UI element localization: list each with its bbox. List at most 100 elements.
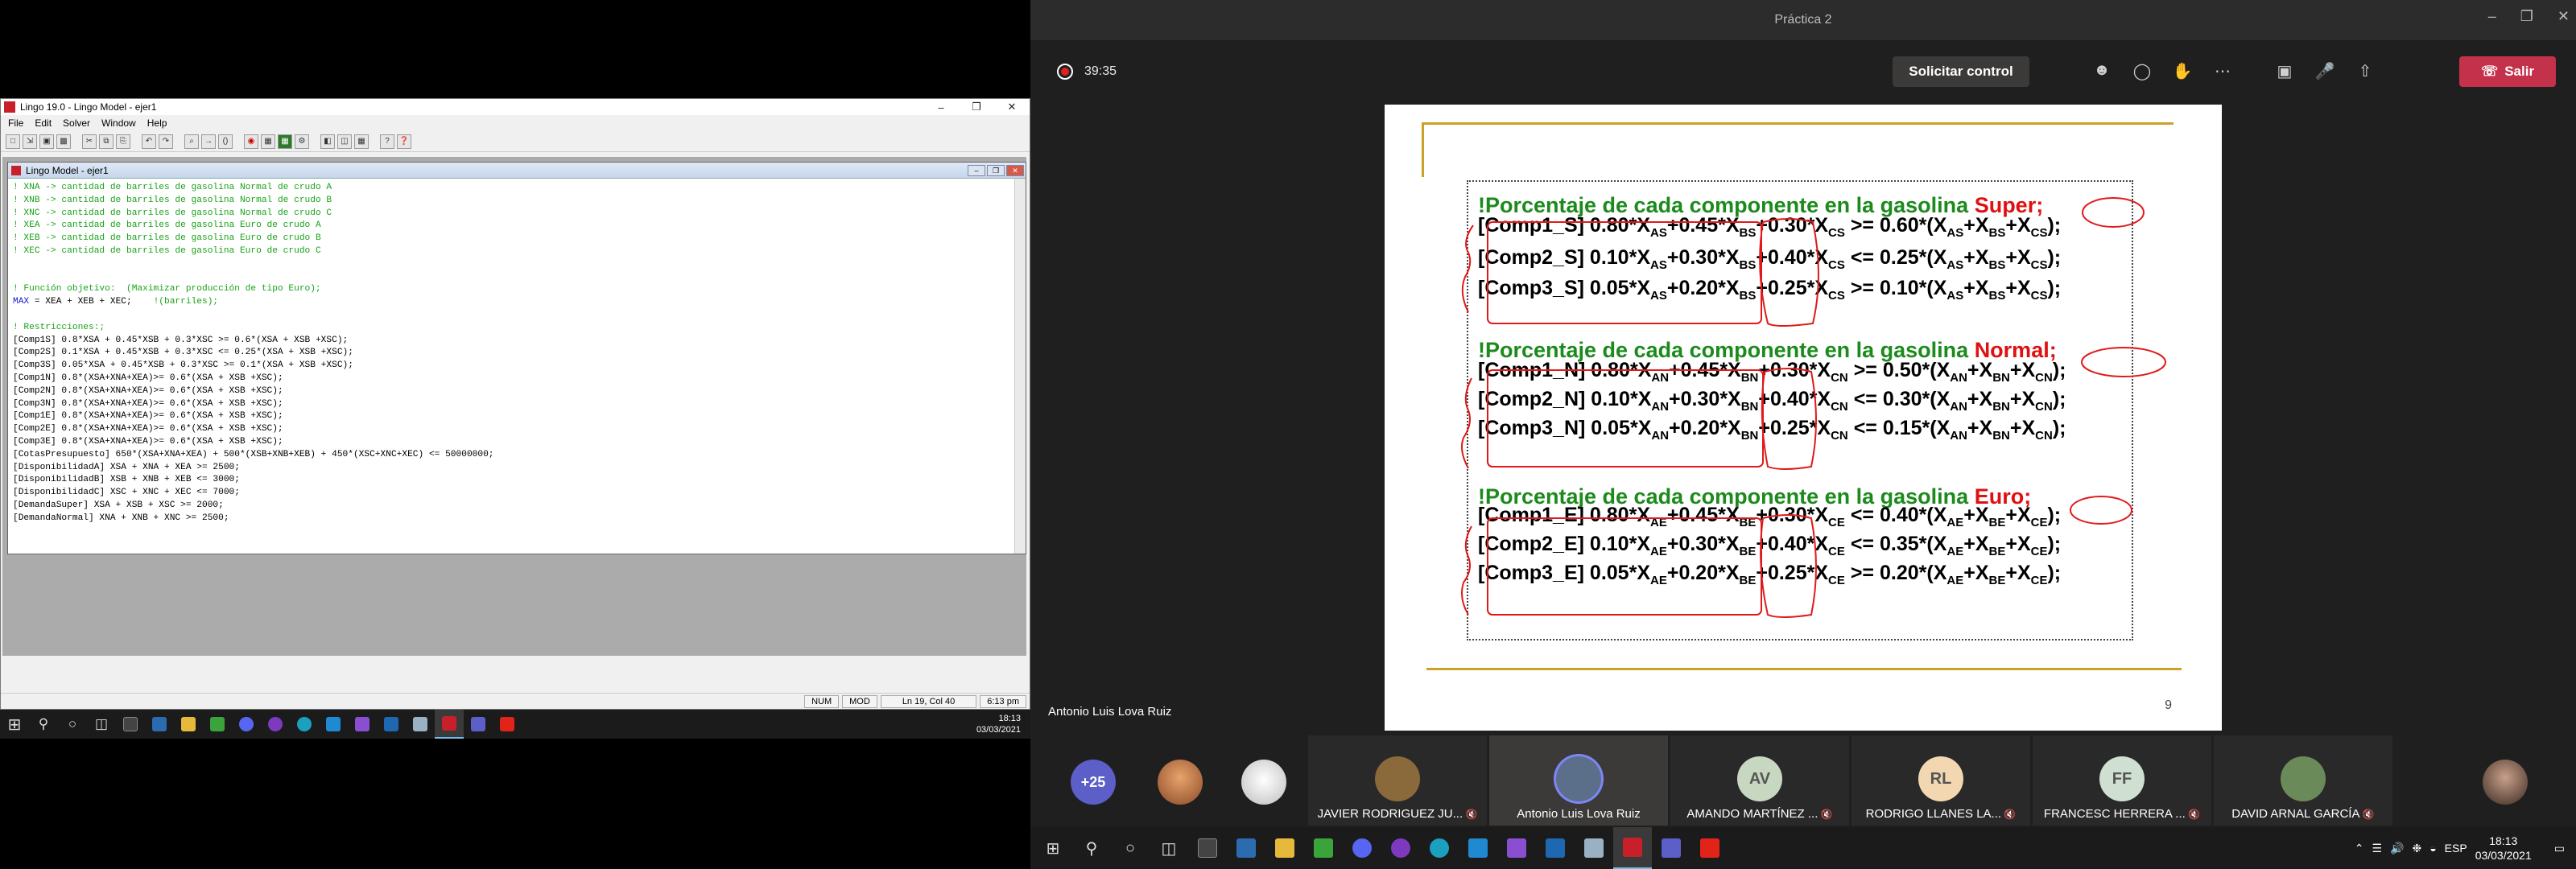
search-icon-2[interactable]: ⚲ [1072,827,1111,869]
child-close-icon[interactable]: ✕ [1006,164,1024,176]
lingo-title-bar[interactable]: Lingo 19.0 - Lingo Model - ejer1 – ❐ ✕ [1,99,1030,115]
new-file-icon[interactable]: □ [6,134,20,149]
file-explorer-icon-2[interactable] [1265,827,1304,869]
task-view-icon[interactable]: ◫ [87,710,116,739]
tray-bluetooth-icon[interactable]: ❉ [2412,842,2421,855]
participant-tile[interactable]: Antonio Luis Lova Ruiz [1489,735,1668,826]
teams-title-bar[interactable]: Práctica 2 – ❐ ✕ [1030,0,2576,40]
vscode-icon[interactable] [319,710,348,739]
vscode-icon-2[interactable] [1459,827,1497,869]
open-file-icon[interactable]: ⇲ [23,134,37,149]
tray-wifi-icon[interactable]: ☰ [2372,842,2382,855]
context-help-icon[interactable]: ❓ [397,134,411,149]
help-icon[interactable]: ? [380,134,394,149]
notion-icon[interactable] [116,710,145,739]
terminal-icon[interactable] [145,710,174,739]
options-icon[interactable]: ⚙ [295,134,309,149]
acrobat-icon[interactable] [493,710,522,739]
participant-tile[interactable]: FF FRANCESC HERRERA ... 🔇 [2033,735,2211,826]
media-player-icon-2[interactable] [1381,827,1420,869]
box-app-icon[interactable] [406,710,435,739]
more-actions-icon[interactable]: ⋯ [2211,61,2235,84]
participant-tile[interactable]: DAVID ARNAL GARCÍA 🔇 [2214,735,2392,826]
goto-icon[interactable]: → [201,134,216,149]
acrobat-icon-2[interactable] [1690,827,1729,869]
tile-icon[interactable]: ▦ [354,134,369,149]
participant-avatar-photo-2[interactable] [1241,760,1286,805]
redo-icon[interactable]: ↷ [159,134,173,149]
more-participants-badge[interactable]: +25 [1071,760,1116,805]
child-minimize-icon[interactable]: – [968,164,985,176]
model-editor[interactable]: ! XNA -> cantidad de barriles de gasolin… [8,179,1014,554]
edge-icon-2[interactable] [1420,827,1459,869]
menu-window[interactable]: Window [97,117,143,129]
menu-edit[interactable]: Edit [31,117,59,129]
save-icon[interactable]: ▣ [39,134,54,149]
menu-solver[interactable]: Solver [59,117,97,129]
discord-icon[interactable] [232,710,261,739]
close-all-icon[interactable]: ◫ [337,134,352,149]
tray-chevron-icon[interactable]: ⌃ [2355,842,2364,855]
menu-file[interactable]: File [4,117,31,129]
copy-icon[interactable]: ⧉ [99,134,114,149]
teams-restore-icon[interactable]: ❐ [2520,8,2533,25]
notion-icon-2[interactable] [1188,827,1227,869]
restore-icon[interactable]: ❐ [959,101,994,113]
visual-studio-icon-2[interactable] [1497,827,1536,869]
file-explorer-icon[interactable] [174,710,203,739]
close-icon[interactable]: ✕ [994,101,1030,113]
editor-scrollbar[interactable] [1014,179,1026,554]
teams-taskbar-icon-2[interactable] [1652,827,1690,869]
reactions-icon[interactable]: ✋ [2170,61,2194,84]
windows-start-icon-2[interactable]: ⊞ [1034,827,1072,869]
print-icon[interactable]: ▩ [56,134,71,149]
find-icon[interactable]: ⌕ [184,134,199,149]
discord-icon-2[interactable] [1343,827,1381,869]
solve-icon[interactable]: ◉ [244,134,258,149]
minimize-icon[interactable]: – [923,101,959,113]
participant-tile[interactable]: AV AMANDO MARTÍNEZ ... 🔇 [1670,735,1849,826]
camtasia-icon-2[interactable] [1304,827,1343,869]
request-control-button[interactable]: Solicitar control [1893,56,2029,87]
participant-avatar-photo-1[interactable] [1158,760,1203,805]
left-clock[interactable]: 18:13 03/03/2021 [976,713,1030,735]
lingo-taskbar-icon[interactable] [435,710,464,739]
cortana-icon-2[interactable]: ○ [1111,827,1150,869]
child-restore-icon[interactable]: ❐ [987,164,1005,176]
tray-language[interactable]: ESP [2445,842,2467,855]
solution-icon[interactable]: ▦ [261,134,275,149]
cut-icon[interactable]: ✂ [82,134,97,149]
participant-avatar-photo-3[interactable] [2483,760,2528,805]
search-icon[interactable]: ⚲ [29,710,58,739]
media-player-icon[interactable] [261,710,290,739]
share-screen-icon[interactable]: ⇧ [2353,61,2377,84]
paste-icon[interactable]: ⎘ [116,134,130,149]
teams-taskbar-icon[interactable] [464,710,493,739]
tray-network-icon[interactable]: ◒ [2429,842,2436,855]
notifications-icon[interactable]: ▭ [2554,842,2565,855]
matrix-icon[interactable]: ▦ [278,134,292,149]
windows-start-icon[interactable]: ⊞ [0,710,29,739]
virtualbox-icon[interactable] [377,710,406,739]
chat-icon[interactable]: ◯ [2130,61,2154,84]
cortana-icon[interactable]: ○ [58,710,87,739]
mic-muted-icon[interactable]: 🎤 [2313,61,2337,84]
teams-minimize-icon[interactable]: – [2488,8,2496,25]
participant-tile[interactable]: RL RODRIGO LLANES LA... 🔇 [1852,735,2030,826]
tray-clock[interactable]: 18:13 03/03/2021 [2475,834,2532,863]
participant-tile[interactable]: JAVIER RODRIGUEZ JU... 🔇 [1308,735,1487,826]
teams-close-icon[interactable]: ✕ [2557,8,2570,25]
participants-icon[interactable]: ☻ [2090,61,2114,84]
camtasia-icon[interactable] [203,710,232,739]
lingo-taskbar-icon-2[interactable] [1613,827,1652,869]
send-to-back-icon[interactable]: ◧ [320,134,335,149]
camera-off-icon[interactable]: ▣ [2273,61,2297,84]
tray-speaker-icon[interactable]: 🔊 [2390,842,2404,855]
match-paren-icon[interactable]: () [218,134,233,149]
box-app-icon-2[interactable] [1575,827,1613,869]
terminal-icon-2[interactable] [1227,827,1265,869]
edge-icon[interactable] [290,710,319,739]
virtualbox-icon-2[interactable] [1536,827,1575,869]
menu-help[interactable]: Help [143,117,175,129]
leave-button[interactable]: ☏ Salir [2459,56,2556,87]
